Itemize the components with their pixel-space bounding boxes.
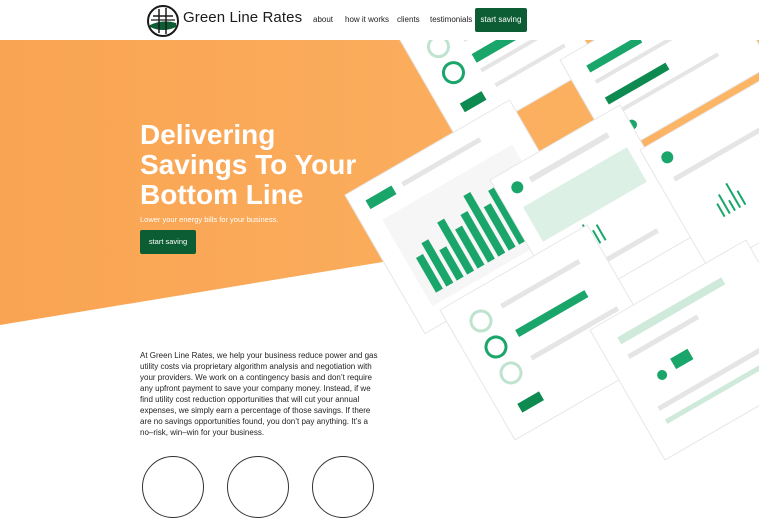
header-start-saving-button[interactable]: start saving: [475, 8, 527, 32]
brand-name[interactable]: Green Line Rates: [183, 9, 302, 26]
site-header: Green Line Rates about how it works clie…: [0, 0, 759, 40]
hero-title: Delivering Savings To Your Bottom Line: [140, 120, 420, 210]
hero-subtitle: Lower your energy bills for your busines…: [140, 215, 279, 224]
nav-testimonials[interactable]: testimonials: [430, 15, 472, 24]
feature-circle-icon: [142, 456, 204, 518]
feature-circle-icon: [227, 456, 289, 518]
hero-start-saving-button[interactable]: start saving: [140, 230, 196, 254]
about-paragraph: At Green Line Rates, we help your busine…: [140, 351, 378, 437]
hero-title-line-1: Delivering: [140, 119, 276, 150]
hero-title-line-3: Bottom Line: [140, 179, 304, 210]
nav-clients[interactable]: clients: [397, 15, 420, 24]
feature-circle-icon: [312, 456, 374, 518]
logo-icon[interactable]: [147, 5, 179, 37]
nav-how-it-works[interactable]: how it works: [345, 15, 389, 24]
nav-about[interactable]: about: [313, 15, 333, 24]
hero-title-line-2: Savings To Your: [140, 149, 357, 180]
